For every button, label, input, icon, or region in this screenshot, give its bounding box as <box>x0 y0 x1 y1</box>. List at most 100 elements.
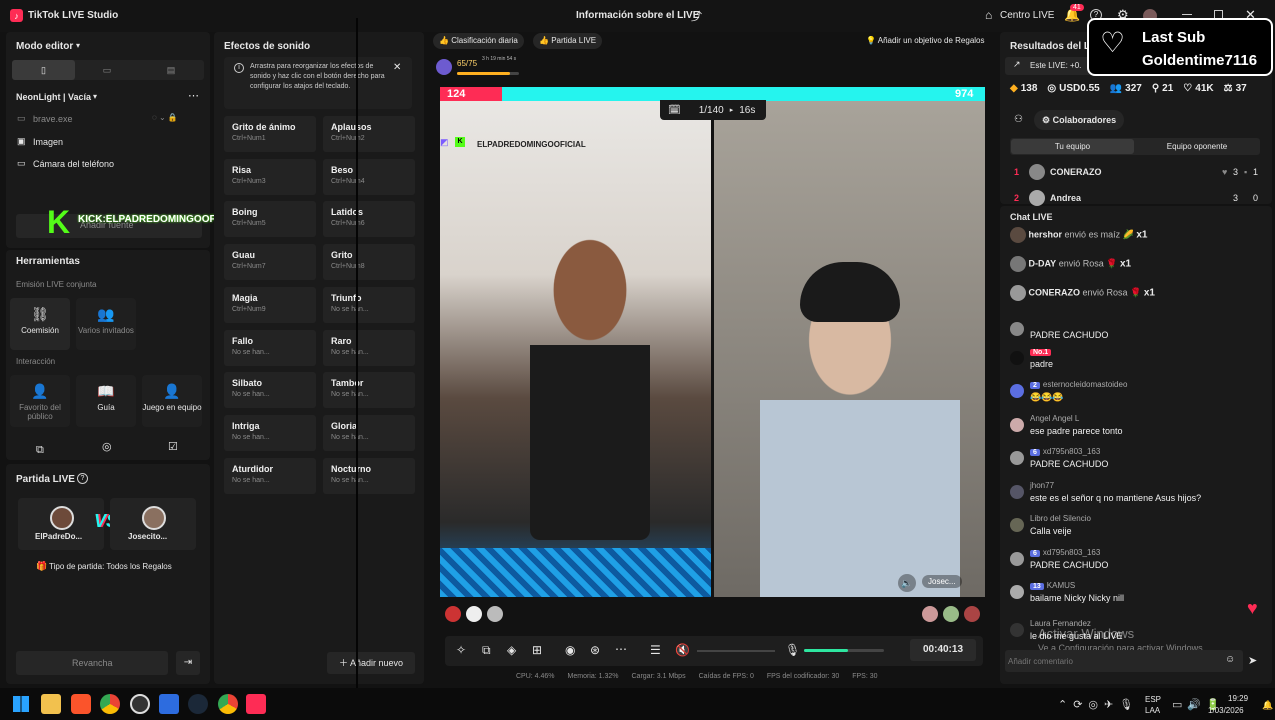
tray-icons[interactable]: ⌃⟳◎✈🎙 <box>1058 698 1139 711</box>
mic-icon[interactable]: 🎙 <box>785 643 800 657</box>
send-icon[interactable]: ➤ <box>1248 654 1257 667</box>
chat-user[interactable]: jhon77 <box>1030 481 1054 490</box>
supporter-avatar[interactable] <box>487 606 503 622</box>
sfx-item[interactable]: Beso Ctrl+Num4 <box>323 158 415 195</box>
sfx-item[interactable]: Gloria No se han... <box>323 414 415 451</box>
avatar[interactable] <box>1010 227 1026 243</box>
chat-user[interactable]: KAMUS <box>1047 581 1075 590</box>
editor-mode-dropdown[interactable]: Modo editor <box>16 41 73 52</box>
chat-user[interactable]: Libro del Silencio <box>1030 514 1091 523</box>
sfx-item[interactable]: Aturdidor No se han... <box>224 457 316 494</box>
source-brave[interactable]: brave.exe <box>33 114 73 124</box>
live-info-title[interactable]: Información sobre el LIVE <box>576 10 699 21</box>
source-controls-icon[interactable]: ◌ ⌄ 🔒 <box>152 113 178 122</box>
record-icon[interactable]: ◉ <box>565 643 575 657</box>
team-name[interactable]: CONERAZO <box>1050 167 1102 177</box>
scene-chevron-icon[interactable]: ▾ <box>93 92 97 101</box>
close-info-icon[interactable]: ✕ <box>393 62 401 73</box>
chrome-alt-icon[interactable] <box>218 694 238 714</box>
add-goal-button[interactable]: 💡 Añadir un objetivo de Regalos <box>862 33 989 49</box>
portrait-button[interactable]: ▯ <box>12 60 75 80</box>
avatar[interactable] <box>1010 485 1024 499</box>
magic-icon[interactable]: ✧ <box>456 643 466 657</box>
sfx-item[interactable]: Raro No se han... <box>323 329 415 366</box>
store-icon[interactable] <box>159 694 179 714</box>
gift-user[interactable]: hershor <box>1029 229 1063 239</box>
chat-user[interactable]: xd795n803_163 <box>1043 447 1100 456</box>
tool-icon-c[interactable]: ☑ <box>168 440 178 453</box>
multi-guest-tool[interactable]: 👥 Varios invitados <box>76 298 136 350</box>
gift-user[interactable]: CONERAZO <box>1029 287 1081 297</box>
avatar[interactable] <box>1010 552 1024 566</box>
supporter-avatar[interactable] <box>964 606 980 622</box>
chat-user[interactable]: esternocleidomastoideo <box>1043 380 1128 389</box>
sfx-item[interactable]: Grito de ánimo Ctrl+Num1 <box>224 116 316 152</box>
tab-your-team[interactable]: Tu equipo <box>1011 139 1134 154</box>
lang-2[interactable]: LAA <box>1145 706 1160 715</box>
home-icon[interactable]: ⌂ <box>985 8 992 22</box>
chat-user[interactable]: Angel Angel L <box>1030 414 1079 423</box>
sfx-item[interactable]: Risa Ctrl+Num3 <box>224 158 316 195</box>
gift-box-icon[interactable]: ⊞ <box>532 643 542 657</box>
chrome-icon[interactable] <box>100 694 120 714</box>
source-phone-camera[interactable]: Cámara del teléfono <box>33 159 114 169</box>
gift-user[interactable]: D-DAY <box>1029 258 1057 268</box>
sfx-item[interactable]: Fallo No se han... <box>224 329 316 366</box>
camera-switch-icon[interactable]: ⊛ <box>590 643 600 657</box>
coemission-tool[interactable]: ⛓ Coemisión <box>10 298 70 350</box>
minimize-icon[interactable] <box>1182 14 1192 15</box>
daily-rank-button[interactable]: 👍 Clasificación diaria <box>433 33 524 49</box>
landscape-button[interactable]: ▭ <box>75 60 139 80</box>
comment-input[interactable] <box>1008 652 1218 670</box>
sliders-icon[interactable]: ☰ <box>650 643 661 657</box>
tool-icon-b[interactable]: ◎ <box>102 440 112 453</box>
sfx-item[interactable]: Tambor No se han... <box>323 372 415 409</box>
tab-opponent-team[interactable]: Equipo oponente <box>1135 139 1259 154</box>
add-new-button[interactable]: ＋ Añadir nuevo <box>327 652 415 674</box>
team-name[interactable]: Andrea <box>1050 193 1081 202</box>
tool-icon-a[interactable]: ⧉ <box>36 444 44 457</box>
avatar[interactable] <box>1010 384 1024 398</box>
clock-time[interactable]: 19:29 <box>1228 694 1248 703</box>
sfx-item[interactable]: Latidos Ctrl+Num6 <box>323 201 415 238</box>
centro-live-link[interactable]: Centro LIVE <box>1000 10 1054 21</box>
source-image[interactable]: Imagen <box>33 137 63 147</box>
avatar[interactable] <box>1010 518 1024 532</box>
avatar[interactable] <box>1010 285 1026 301</box>
sfx-item[interactable]: Boing Ctrl+Num5 <box>224 201 316 238</box>
sfx-item[interactable]: Magia Ctrl+Num9 <box>224 286 316 323</box>
supporter-avatar[interactable] <box>466 606 482 622</box>
file-explorer-icon[interactable] <box>41 694 61 714</box>
fan-favorite-tool[interactable]: 👤 Favorito del público <box>10 375 70 427</box>
effects-icon[interactable]: ◈ <box>507 643 516 657</box>
exit-icon[interactable]: ⇥ <box>176 651 200 675</box>
supporter-avatar[interactable] <box>943 606 959 622</box>
sfx-item[interactable]: Aplausos Ctrl+Num2 <box>323 116 415 152</box>
emoji-icon[interactable]: ☺ <box>1225 654 1235 665</box>
sfx-item[interactable]: Nocturno No se han... <box>323 457 415 494</box>
sfx-item[interactable]: Grito Ctrl+Num8 <box>323 244 415 281</box>
steam-icon[interactable] <box>188 694 208 714</box>
chevron-down-icon[interactable]: ▾ <box>76 41 80 50</box>
avatar[interactable] <box>1010 256 1026 272</box>
clock-date[interactable]: 1/03/2026 <box>1208 706 1244 715</box>
scene-name[interactable]: NeonLight | Vacía <box>16 92 91 102</box>
speaker-mute-icon[interactable]: 🔇 <box>675 643 690 657</box>
speaker-volume-slider[interactable] <box>697 650 775 652</box>
tiktok-studio-icon[interactable] <box>246 694 266 714</box>
avatar[interactable] <box>1010 418 1024 432</box>
guide-tool[interactable]: 📖 Guía <box>76 375 136 427</box>
screen-icon[interactable]: ⧉ <box>482 643 491 658</box>
supporter-avatar[interactable] <box>445 606 461 622</box>
mic-volume-slider[interactable] <box>804 649 884 652</box>
more-icon[interactable]: ⋯ <box>188 89 199 102</box>
lang-1[interactable]: ESP <box>1145 695 1161 704</box>
avatar[interactable] <box>1010 623 1024 637</box>
avatar[interactable] <box>1010 451 1024 465</box>
chat-user[interactable]: xd795n803_163 <box>1043 548 1100 557</box>
collaborators-button[interactable]: ⚙ Colaboradores <box>1034 110 1125 130</box>
speaker-icon[interactable]: 🔈 <box>898 574 916 592</box>
avatar[interactable] <box>1010 351 1024 365</box>
team-game-tool[interactable]: 👤 Juego en equipo <box>142 375 202 427</box>
notification-center-icon[interactable]: 🔔 <box>1262 700 1273 711</box>
